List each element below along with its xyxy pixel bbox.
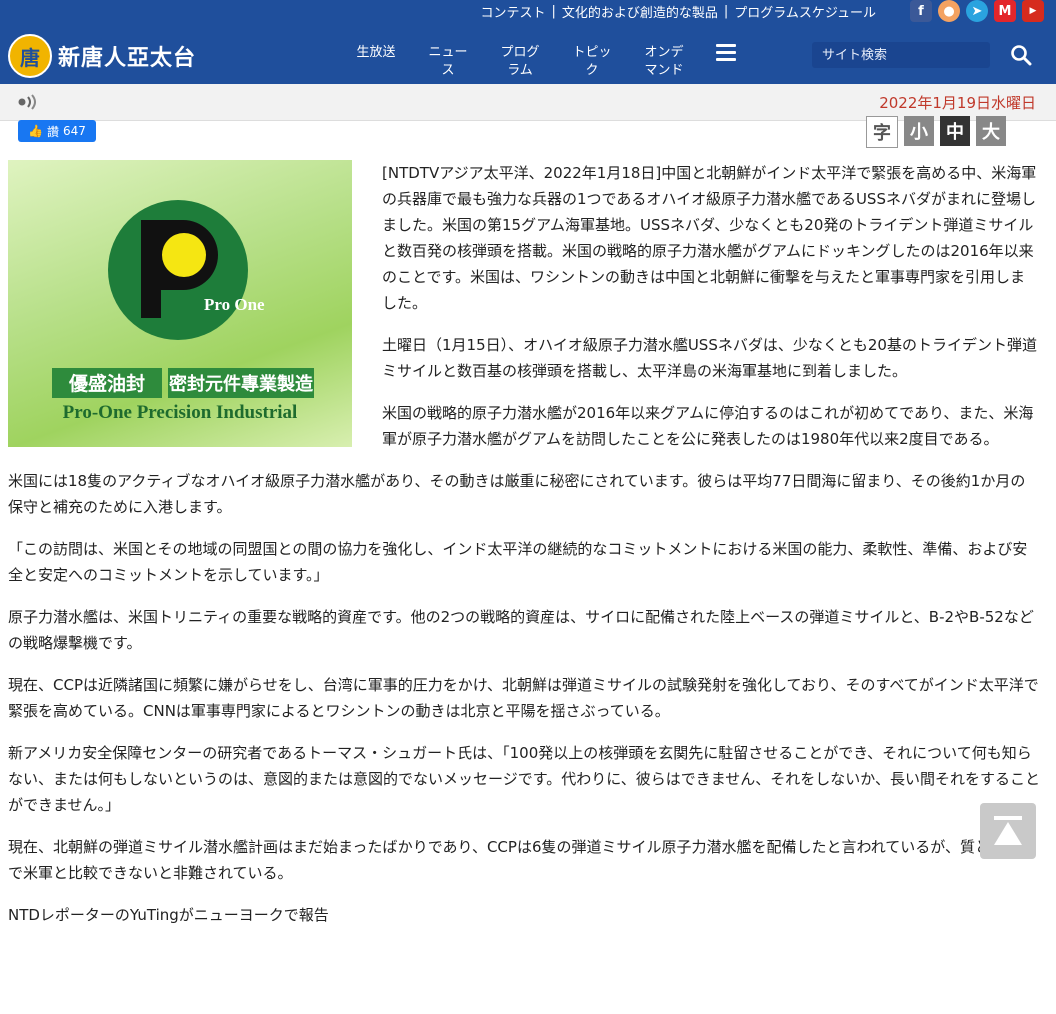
ad-brand: Pro One [204,295,265,314]
nav-label: ラム [507,63,533,78]
top-link-schedule[interactable]: プログラムスケジュール [734,2,876,21]
nav-label: プログ [500,45,540,60]
font-size-large-button[interactable]: 大 [976,116,1006,146]
advertisement-banner[interactable]: Pro One 優盛油封 密封元件專業製造 Pro-One Precision … [8,160,352,447]
article-paragraph: 米国には18隻のアクティブなオハイオ級原子力潜水艦があり、その動きは厳重に秘密に… [8,472,1026,516]
facebook-icon[interactable]: f [910,0,932,22]
font-size-controls: 字 小 中 大 [866,116,1006,148]
nav-label: 生放送 [356,45,396,60]
audio-speaker-icon[interactable] [18,94,42,110]
telegram-icon[interactable]: ➤ [966,0,988,22]
font-size-medium-button[interactable]: 中 [940,116,970,146]
current-date: 2022年1月19日水曜日 [879,94,1036,112]
nav-label: ク [585,63,599,78]
like-label: 讚 [46,124,59,139]
nav-label: マンド [644,63,684,78]
search-box [812,42,990,68]
site-header: コンテスト | 文化的および創造的な製品 | プログラムスケジュール f ● ➤… [0,0,1056,84]
pro-one-logo-icon: Pro One 優盛油封 密封元件專業製造 Pro-One Precision … [52,200,314,423]
top-link-contest[interactable]: コンテスト [480,2,545,21]
font-size-small-button[interactable]: 小 [904,116,934,146]
divider: | [723,4,729,19]
facebook-like-button[interactable]: 👍 讚 647 [18,120,96,142]
article-paragraph: 新アメリカ安全保障センターの研究者であるトーマス・シュガート氏は、「100発以上… [8,744,1041,814]
search-input[interactable] [812,42,990,68]
main-nav: 生放送 ニュース プログラム トピック オンデマンド [340,44,700,80]
logo-emblem-icon: 唐 [8,34,52,78]
nav-item-news[interactable]: ニュース [412,44,484,80]
nav-item-programs[interactable]: プログ ラム [484,44,556,80]
site-logo[interactable]: 唐 新唐人亞太台 [8,34,196,78]
nav-item-live[interactable]: 生放送 [340,44,412,80]
article-paragraph: 現在、北朝鮮の弾道ミサイル潜水艦計画はまだ始まったばかりであり、CCPは6隻の弾… [8,838,1035,882]
font-size-label: 字 [866,116,898,148]
article-paragraph: 「この訪問は、米国とその地域の同盟国との間の協力を強化し、インド太平洋の継続的な… [8,540,1028,584]
social-icons: f ● ➤ M ▶ [910,0,1044,22]
back-to-top-button[interactable] [980,803,1036,859]
nav-label: トピッ [572,45,612,60]
like-count: 647 [62,124,86,138]
article-paragraph: NTDレポーターのYuTingがニューヨークで報告 [8,906,329,924]
top-links: コンテスト | 文化的および創造的な製品 | プログラムスケジュール [480,2,876,21]
site-name: 新唐人亞太台 [58,46,197,71]
hamburger-menu-icon[interactable] [716,44,736,65]
top-link-products[interactable]: 文化的および創造的な製品 [562,2,718,21]
ad-chinese-name: 優盛油封 [68,372,145,395]
youtube-icon[interactable]: ▶ [1022,0,1044,22]
article-paragraph: 現在、CCPは近隣諸国に頻繁に嫌がらせをし、台湾に軍事的圧力をかけ、北朝鮮は弾道… [8,676,1039,720]
search-icon[interactable] [1010,44,1032,66]
ad-english: Pro-One Precision Industrial [63,402,298,423]
arrow-up-icon [994,816,1022,845]
article-paragraph: 原子力潜水艦は、米国トリニティの重要な戦略的資産です。他の2つの戦略的資産は、サ… [8,608,1034,652]
divider: | [551,4,556,19]
ad-chinese-tagline: 密封元件專業製造 [169,373,313,395]
nav-label: オンデ [644,45,684,60]
nav-label: ニュー [428,45,468,60]
thumbs-up-icon: 👍 [28,124,43,138]
weibo-icon[interactable]: ● [938,0,960,22]
nav-item-topics[interactable]: トピック [556,44,628,80]
mewe-icon[interactable]: M [994,0,1016,22]
nav-item-on-demand[interactable]: オンデ マンド [628,44,700,80]
nav-label: ス [441,63,455,78]
